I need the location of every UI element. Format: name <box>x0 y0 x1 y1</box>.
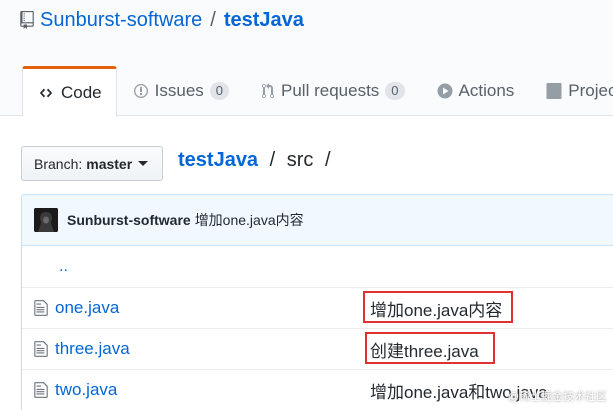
file-link[interactable]: three.java <box>55 339 130 359</box>
tab-pull-requests-label: Pull requests <box>281 81 380 100</box>
repo-header: Sunburst-software / testJava Code Issues… <box>0 0 613 117</box>
issue-icon <box>133 83 149 99</box>
tab-issues[interactable]: Issues 0 <box>117 66 245 116</box>
latest-commit-bar: Sunburst-software 增加one.java内容 <box>21 194 613 246</box>
issues-count-badge: 0 <box>209 82 230 100</box>
repo-nav-tabs: Code Issues 0 Pull requests 0 Actions Pr… <box>22 66 613 117</box>
file-icon <box>34 340 48 358</box>
watermark: @稀土掘金技术社区 <box>507 391 607 403</box>
tab-actions[interactable]: Actions <box>421 66 531 116</box>
repo-icon <box>20 11 34 29</box>
table-row: one.java 增加one.java内容 <box>22 287 613 328</box>
chevron-down-icon <box>138 161 149 166</box>
tab-issues-label: Issues <box>154 81 204 100</box>
branch-select-button[interactable]: Branch: master <box>21 146 163 181</box>
avatar[interactable] <box>34 208 58 232</box>
file-list: .. one.java 增加one.java内容 three.java 创建th… <box>21 246 613 410</box>
commit-author-link[interactable]: Sunburst-software <box>67 212 191 228</box>
pull-requests-count-badge: 0 <box>385 82 405 100</box>
play-icon <box>437 83 453 99</box>
branch-name: master <box>86 155 133 172</box>
tab-pull-requests[interactable]: Pull requests 0 <box>245 66 421 116</box>
breadcrumb-separator: / <box>269 149 276 171</box>
tab-actions-label: Actions <box>458 81 515 100</box>
commit-message-link[interactable]: 增加one.java内容 <box>195 210 304 230</box>
tab-projects-label: Projects <box>568 81 613 100</box>
repo-title-separator: / <box>210 8 216 31</box>
tab-code-label: Code <box>61 83 102 102</box>
repo-name-link[interactable]: testJava <box>224 9 304 32</box>
highlight-box <box>365 332 495 364</box>
table-row: three.java 创建three.java <box>22 328 613 369</box>
breadcrumb-root-link[interactable]: testJava <box>178 149 258 171</box>
breadcrumb-current-folder: src <box>286 149 314 171</box>
breadcrumb: testJava / src / <box>178 149 337 172</box>
tab-code[interactable]: Code <box>22 66 117 117</box>
code-icon <box>37 86 55 100</box>
parent-dir-row: .. <box>22 246 613 287</box>
file-icon <box>34 381 48 399</box>
project-icon <box>546 83 562 99</box>
highlight-box <box>363 291 513 323</box>
repo-owner-link[interactable]: Sunburst-software <box>40 9 202 32</box>
pull-request-icon <box>261 83 275 99</box>
branch-prefix: Branch: <box>34 155 83 172</box>
parent-dir-link[interactable]: .. <box>59 258 68 276</box>
file-icon <box>34 299 48 317</box>
file-link[interactable]: one.java <box>55 298 119 318</box>
tab-projects[interactable]: Projects <box>530 66 613 116</box>
repo-title: Sunburst-software / testJava <box>20 6 304 34</box>
file-link[interactable]: two.java <box>55 380 117 400</box>
breadcrumb-separator: / <box>324 149 331 171</box>
